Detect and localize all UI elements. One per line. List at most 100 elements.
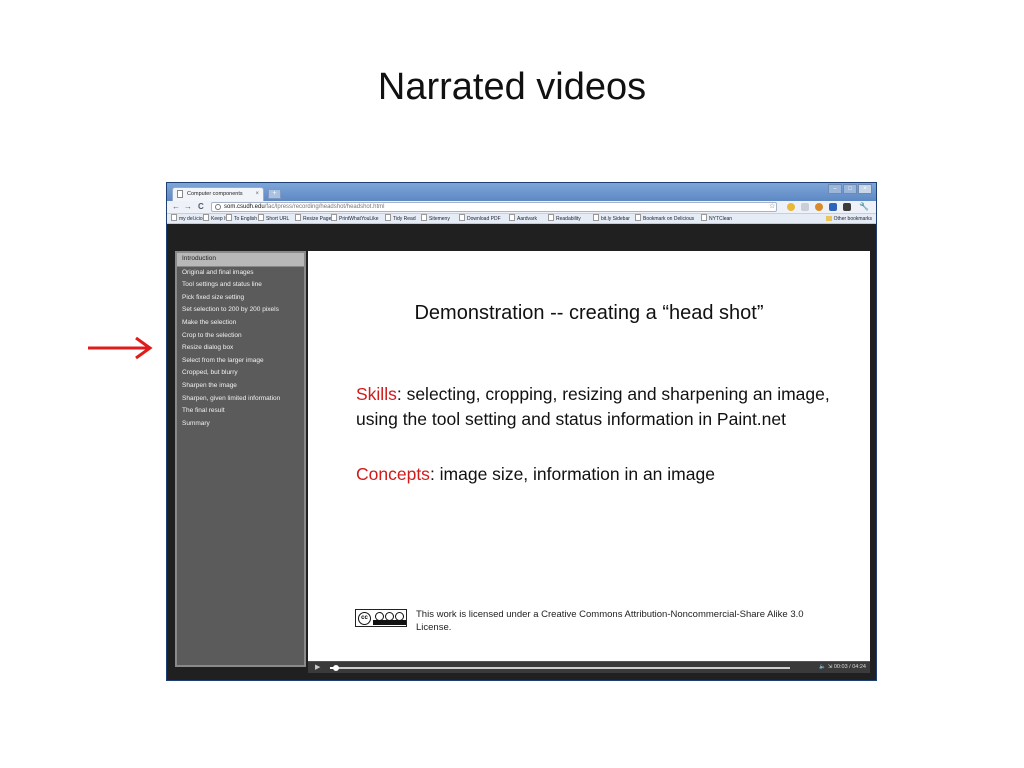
new-tab-button[interactable]: + — [268, 189, 281, 199]
creative-commons-badge: cc — [355, 609, 407, 627]
seek-knob[interactable] — [332, 665, 339, 671]
video-stage: Demonstration -- creating a “head shot” … — [308, 251, 870, 661]
other-bookmarks-label: Other bookmarks — [833, 216, 872, 222]
skills-paragraph: Skills: selecting, cropping, resizing an… — [356, 382, 846, 432]
play-icon[interactable]: ▶ — [315, 663, 320, 673]
toc-item[interactable]: Original and final images — [177, 267, 304, 280]
bookmark-label: NYTClean — [709, 216, 733, 222]
wrench-icon[interactable]: 🔧 — [859, 203, 869, 211]
window-controls: – □ × — [828, 184, 872, 194]
bookmark-item[interactable]: NYTClean — [701, 214, 733, 223]
bookmark-label: Resize Page — [303, 216, 332, 222]
toc-item[interactable]: Tool settings and status line — [177, 279, 304, 292]
toc-item[interactable]: Pick fixed size setting — [177, 292, 304, 305]
browser-window: Computer components × + – □ × ← → C som.… — [166, 182, 877, 681]
bookmark-item[interactable]: Aardvark — [509, 214, 538, 223]
fullscreen-icon[interactable]: ⇲ — [828, 664, 833, 670]
skills-text: : selecting, cropping, resizing and shar… — [356, 384, 830, 429]
cc-label-strip — [373, 620, 406, 625]
page-menu-icon[interactable] — [843, 203, 851, 211]
bookmark-label: PrintWhatYouLike — [339, 216, 379, 222]
tab-close-icon[interactable]: × — [255, 188, 259, 200]
url-path: /fac/lpress/recording/headshot/headshot.… — [264, 204, 385, 210]
volume-icon[interactable]: 🔈 — [819, 664, 826, 670]
back-button[interactable]: ← — [172, 202, 180, 212]
browser-tab[interactable]: Computer components × — [172, 187, 264, 201]
bookmark-page-icon — [171, 214, 177, 221]
toc-item[interactable]: Crop to the selection — [177, 330, 304, 343]
bookmark-page-icon — [226, 214, 232, 221]
bookmark-page-icon — [548, 214, 554, 221]
toc-item[interactable]: The final result — [177, 405, 304, 418]
bookmark-label: Readability — [556, 216, 581, 222]
bookmark-page-icon — [203, 214, 209, 221]
minimize-button[interactable]: – — [828, 184, 842, 194]
bookmark-item[interactable]: Bookmark on Delicious — [635, 214, 695, 223]
toc-item[interactable]: Make the selection — [177, 317, 304, 330]
bookmark-item[interactable]: Short URL — [258, 214, 290, 223]
bookmark-page-icon — [459, 214, 465, 221]
toc-item[interactable]: Set selection to 200 by 200 pixels — [177, 304, 304, 317]
toc-item[interactable]: Select from the larger image — [177, 355, 304, 368]
bookmark-label: Tidy Read — [393, 216, 416, 222]
bookmark-page-icon — [593, 214, 599, 221]
bookmark-page-icon — [701, 214, 707, 221]
concepts-paragraph: Concepts: image size, information in an … — [356, 462, 846, 487]
extension-icon-3[interactable] — [829, 203, 837, 211]
bookmark-item[interactable]: Keep It! — [203, 214, 228, 223]
browser-toolbar: ← → C som.csudh.edu/fac/lpress/recording… — [167, 201, 876, 214]
toc-item[interactable]: Resize dialog box — [177, 342, 304, 355]
toc-item[interactable]: Introduction — [177, 253, 304, 267]
bookmark-item[interactable]: bit.ly Sidebar — [593, 214, 630, 223]
forward-button[interactable]: → — [184, 202, 192, 212]
license-text: This work is licensed under a Creative C… — [416, 609, 804, 633]
toc-item[interactable]: Summary — [177, 418, 304, 431]
bookmark-item[interactable]: To English — [226, 214, 257, 223]
red-arrow-icon — [88, 336, 153, 360]
bookmark-page-icon — [258, 214, 264, 221]
page-icon — [177, 190, 183, 198]
bookmark-label: bit.ly Sidebar — [601, 216, 630, 222]
close-window-button[interactable]: × — [858, 184, 872, 194]
bookmark-label: Download PDF — [467, 216, 501, 222]
browser-titlebar: Computer components × + – □ × — [167, 183, 876, 201]
folder-icon — [825, 216, 832, 221]
reload-button[interactable]: C — [198, 202, 204, 212]
page-content: Introduction Original and final images Too… — [167, 224, 876, 680]
extension-icon-1[interactable] — [787, 203, 795, 211]
seek-bar[interactable] — [330, 665, 790, 671]
bookmark-page-icon — [509, 214, 515, 221]
extension-icon-2[interactable] — [815, 203, 823, 211]
bookmark-item[interactable]: Tidy Read — [385, 214, 416, 223]
bookmark-label: Bookmark on Delicious — [643, 216, 695, 222]
toc-item[interactable]: Sharpen the image — [177, 380, 304, 393]
mail-icon[interactable] — [801, 203, 809, 211]
url-domain: som.csudh.edu — [224, 204, 265, 210]
slide-title: Narrated videos — [377, 66, 647, 108]
address-bar[interactable]: som.csudh.edu/fac/lpress/recording/heads… — [211, 202, 777, 212]
maximize-button[interactable]: □ — [843, 184, 857, 194]
bookmark-star-icon[interactable]: ☆ — [769, 203, 775, 211]
bookmark-page-icon — [385, 214, 391, 221]
video-player-bar: ▶ 🔈 ⇲ 00:03 / 04:24 — [308, 661, 870, 673]
bookmark-label: Short URL — [266, 216, 290, 222]
bookmark-page-icon — [331, 214, 337, 221]
concepts-label: Concepts — [356, 464, 430, 484]
bookmark-label: Aardvark — [517, 216, 538, 222]
other-bookmarks[interactable]: Other bookmarks — [825, 214, 872, 223]
tab-title: Computer components — [187, 191, 243, 197]
table-of-contents: Introduction Original and final images Too… — [175, 251, 306, 667]
bookmark-item[interactable]: PrintWhatYouLike — [331, 214, 379, 223]
bookmark-label: Sitemeny — [429, 216, 450, 222]
bookmark-item[interactable]: Sitemeny — [421, 214, 450, 223]
cc-icon: cc — [358, 612, 371, 625]
toc-item[interactable]: Cropped, but blurry — [177, 367, 304, 380]
demo-title: Demonstration -- creating a “head shot” — [414, 302, 764, 324]
bookmark-page-icon — [421, 214, 427, 221]
bookmark-item[interactable]: Resize Page — [295, 214, 332, 223]
concepts-text: : image size, information in an image — [429, 464, 715, 484]
bookmark-page-icon — [635, 214, 641, 221]
toc-item[interactable]: Sharpen, given limited information — [177, 393, 304, 406]
bookmark-item[interactable]: Readability — [548, 214, 581, 223]
bookmark-item[interactable]: Download PDF — [459, 214, 501, 223]
